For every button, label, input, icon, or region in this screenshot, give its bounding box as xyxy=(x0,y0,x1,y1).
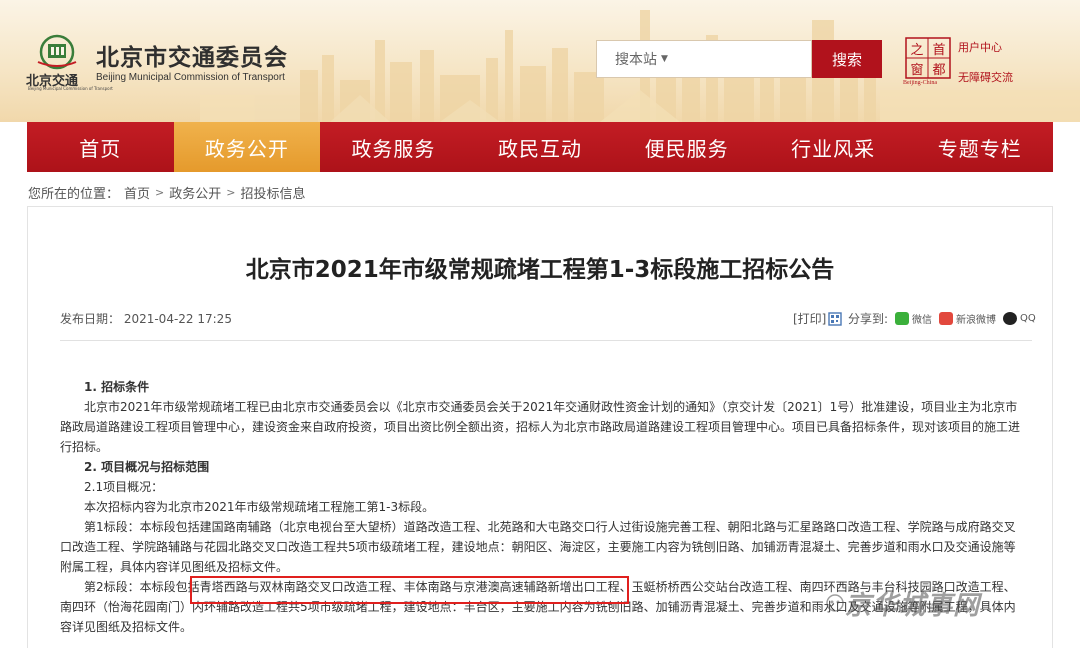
publish-date: 发布日期： 2021-04-22 17:25 xyxy=(60,312,232,326)
nav-government-services[interactable]: 政务服务 xyxy=(320,122,467,172)
search-placeholder: 搜本站 xyxy=(615,52,657,68)
nav-public-services[interactable]: 便民服务 xyxy=(613,122,760,172)
nav-topics[interactable]: 专题专栏 xyxy=(906,122,1053,172)
breadcrumb-separator: > xyxy=(226,186,236,199)
site-subtitle: Beijing Municipal Commission of Transpor… xyxy=(96,72,285,83)
search-button[interactable]: 搜索 xyxy=(812,40,882,78)
content-divider xyxy=(60,340,1032,341)
print-label: [打印] xyxy=(793,312,827,326)
subsection-heading: 2.1项目概况： xyxy=(84,480,164,494)
paragraph-lot-1: 第1标段：本标段包括建国路南辅路（北京电视台至大望桥）道路改造工程、北苑路和大屯… xyxy=(60,520,1016,574)
site-title[interactable]: 北京市交通委员会 xyxy=(96,38,288,72)
share-bar: 分享到: 微信 新浪微博 QQ xyxy=(848,310,1036,327)
watermark: 京华城事网 xyxy=(845,591,981,621)
share-wechat[interactable]: 微信 xyxy=(912,311,932,326)
capital-window-logo[interactable]: 之 首 窗 都 xyxy=(904,36,952,84)
capital-char-1: 之 xyxy=(910,43,923,58)
article-title: 北京市2021年市级常规疏堵工程第1-3标段施工招标公告 xyxy=(245,257,835,283)
beijing-transport-logo xyxy=(37,34,77,70)
capital-char-3: 窗 xyxy=(910,62,923,78)
wechat-icon[interactable] xyxy=(895,312,910,325)
paragraph: 本次招标内容为北京市2021年市级常规疏堵工程施工第1-3标段。 xyxy=(84,500,435,514)
capital-logo-caption: Beijing-China xyxy=(903,80,937,86)
share-label: 分享到: xyxy=(848,312,889,326)
nav-industry[interactable]: 行业风采 xyxy=(760,122,907,172)
nav-interaction[interactable]: 政民互动 xyxy=(467,122,614,172)
breadcrumb-home[interactable]: 首页 xyxy=(124,183,150,202)
nav-home[interactable]: 首页 xyxy=(27,122,174,172)
share-qq[interactable]: QQ xyxy=(1020,313,1036,324)
breadcrumb-prefix: 您所在的位置： xyxy=(28,187,120,202)
print-button[interactable]: [打印] xyxy=(793,310,843,327)
breadcrumb-separator: > xyxy=(155,186,165,199)
user-center-link[interactable]: 用户中心 xyxy=(958,39,1002,55)
capital-char-2: 首 xyxy=(932,43,945,58)
breadcrumb-government-affairs[interactable]: 政务公开 xyxy=(169,183,221,202)
watermark-icon xyxy=(826,594,844,612)
site-header: 北京交通 Beijing Municipal Commission of Tra… xyxy=(0,0,1080,122)
search-input[interactable]: 搜本站 ▼ xyxy=(596,40,812,78)
section-heading: 1. 招标条件 xyxy=(84,380,150,394)
section-heading: 2. 项目概况与招标范围 xyxy=(84,460,210,474)
main-nav: 首页 政务公开 政务服务 政民互动 便民服务 行业风采 专题专栏 xyxy=(27,122,1053,172)
weibo-icon[interactable] xyxy=(939,312,954,325)
highlight-annotation xyxy=(190,576,629,604)
paragraph: 北京市2021年市级常规疏堵工程已由北京市交通委员会以《北京市交通委员会关于20… xyxy=(60,400,1021,454)
caret-down-icon: ▼ xyxy=(661,54,668,64)
breadcrumb-bidding[interactable]: 招投标信息 xyxy=(240,183,305,202)
qq-icon[interactable] xyxy=(1003,312,1018,325)
logo-caption-en: Beijing Municipal Commission of Transpor… xyxy=(28,86,113,91)
share-weibo[interactable]: 新浪微博 xyxy=(956,311,996,326)
accessible-link[interactable]: 无障碍交流 xyxy=(958,69,1013,85)
breadcrumb: 您所在的位置： 首页 > 政务公开 > 招投标信息 xyxy=(28,183,306,202)
qrcode-icon[interactable] xyxy=(828,311,843,327)
nav-government-affairs[interactable]: 政务公开 xyxy=(173,122,321,172)
capital-char-4: 都 xyxy=(932,63,945,78)
